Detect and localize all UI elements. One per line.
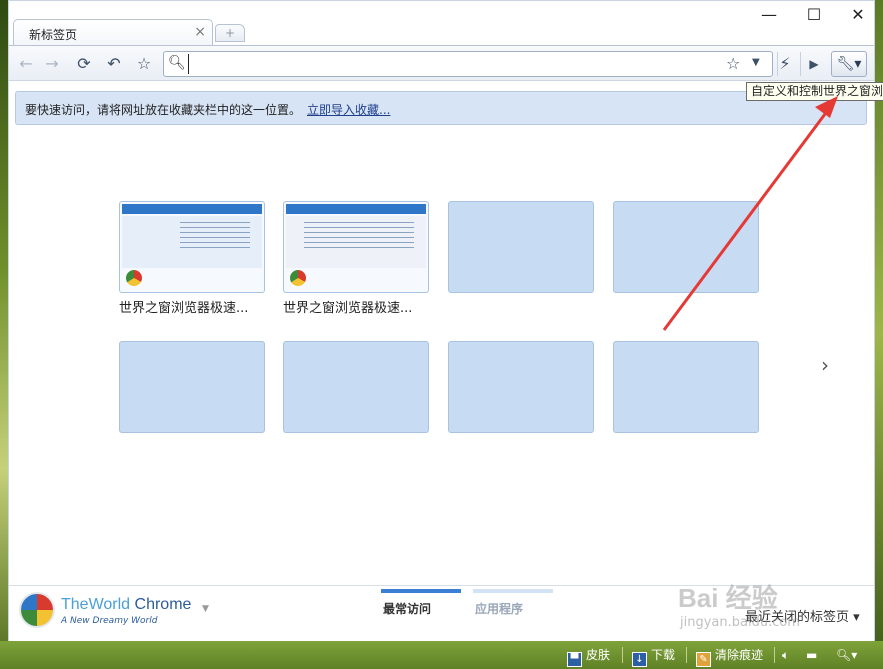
shirt-icon: ▀ [567, 652, 582, 667]
tab-apps[interactable]: 应用程序 [475, 600, 523, 617]
theworld-logo-icon [19, 592, 55, 628]
brand-name-part2: Chrome [130, 596, 192, 613]
broom-icon: ✎ [696, 652, 711, 667]
tab-indicator-most-visited [381, 589, 461, 593]
brand-tagline: A New Dreamy World [61, 616, 158, 626]
tab-indicator-apps [473, 589, 553, 593]
brand-name[interactable]: TheWorld Chrome [61, 596, 191, 614]
thumbnail-7[interactable] [448, 341, 594, 433]
toolbar-divider [800, 52, 801, 76]
back-icon[interactable]: ← [15, 53, 37, 75]
brand-chevron-down-icon[interactable]: ▼ [202, 604, 209, 614]
bookmark-hint-text: 要快速访问，请将网址放在收藏夹栏中的这一位置。 [25, 103, 302, 117]
address-input[interactable] [188, 54, 718, 74]
download-button[interactable]: ↓ 下载 [632, 645, 676, 667]
status-bar: ▀ 皮肤 ↓ 下载 ✎ 清除痕迹 🔈︎ ▬ 🔍︎▾ [0, 641, 883, 669]
skin-label: 皮肤 [586, 648, 611, 662]
thumbnail-preview-text [304, 222, 414, 252]
download-icon: ↓ [632, 652, 647, 667]
tab-strip: 新标签页 × + — ☐ ✕ [9, 1, 874, 46]
theworld-logo-icon [126, 270, 142, 286]
desktop-background-left [0, 0, 8, 669]
tab-most-visited[interactable]: 最常访问 [383, 600, 431, 617]
clear-traces-label: 清除痕迹 [715, 648, 764, 662]
thumbnail-6[interactable] [283, 341, 429, 433]
lightning-icon[interactable]: ⚡ [774, 53, 796, 75]
thumbnail-preview-header [122, 204, 262, 214]
next-page-arrow-icon[interactable]: › [821, 353, 829, 377]
clear-traces-button[interactable]: ✎ 清除痕迹 [696, 645, 764, 667]
thumbnail-2[interactable] [283, 201, 429, 293]
close-window-icon[interactable]: ✕ [838, 5, 878, 27]
maximize-icon[interactable]: ☐ [794, 5, 834, 27]
reload-icon[interactable]: ⟳ [73, 53, 95, 75]
address-bar[interactable]: 🔍︎ ☆ ▼ [163, 51, 773, 77]
skin-button[interactable]: ▀ 皮肤 [567, 645, 611, 667]
navigation-toolbar: ← → ⟳ ↶ ☆ 🔍︎ ☆ ▼ ⚡ ▶ 🔧︎▾ [9, 45, 874, 81]
bookmark-icon[interactable]: ☆ [133, 53, 155, 75]
tab-title: 新标签页 [29, 28, 78, 42]
bookmark-hint-bar: 要快速访问，请将网址放在收藏夹栏中的这一位置。 立即导入收藏... [15, 91, 867, 125]
volume-icon[interactable]: 🔈︎ [782, 645, 789, 665]
browser-window: 新标签页 × + — ☐ ✕ ← → ⟳ ↶ ☆ 🔍︎ ☆ ▼ ⚡ ▶ 🔧︎▾ … [8, 0, 875, 643]
statusbar-divider [686, 647, 687, 663]
thumbnail-3[interactable] [448, 201, 594, 293]
zoom-icon[interactable]: 🔍︎▾ [836, 645, 857, 665]
forward-icon[interactable]: → [41, 53, 63, 75]
device-icon[interactable]: ▬ [806, 645, 817, 665]
thumbnail-label[interactable]: 世界之窗浏览器极速... [119, 297, 248, 316]
baidu-watermark-url: jingyan.baidu.com [680, 615, 800, 630]
baidu-watermark: Bai 经验 [678, 583, 778, 613]
thumbnail-preview-header [286, 204, 426, 214]
brand-name-part1: TheWorld [61, 596, 131, 613]
chevron-down-icon[interactable]: ▼ [752, 57, 760, 68]
wrench-menu-button[interactable]: 🔧︎▾ [831, 51, 867, 77]
import-bookmarks-link[interactable]: 立即导入收藏... [307, 101, 390, 118]
tab-close-icon[interactable]: × [194, 24, 206, 40]
search-icon: 🔍︎ [168, 55, 186, 71]
tab-new-tab[interactable]: 新标签页 × [13, 19, 213, 46]
new-tab-button[interactable]: + [215, 24, 245, 42]
thumbnail-label[interactable]: 世界之窗浏览器极速... [283, 297, 412, 316]
minimize-icon[interactable]: — [749, 5, 789, 27]
thumbnail-1[interactable] [119, 201, 265, 293]
thumbnail-8[interactable] [613, 341, 759, 433]
star-icon[interactable]: ☆ [726, 54, 740, 73]
theworld-logo-icon [290, 270, 306, 286]
thumbnail-4[interactable] [613, 201, 759, 293]
undo-close-icon[interactable]: ↶ [103, 53, 125, 75]
download-label: 下载 [651, 648, 676, 662]
statusbar-divider [774, 647, 775, 663]
wrench-tooltip: 自定义和控制世界之窗浏览器 [746, 82, 883, 101]
play-icon[interactable]: ▶ [803, 53, 825, 75]
thumbnail-preview-text [180, 222, 250, 252]
thumbnail-5[interactable] [119, 341, 265, 433]
statusbar-divider [622, 647, 623, 663]
